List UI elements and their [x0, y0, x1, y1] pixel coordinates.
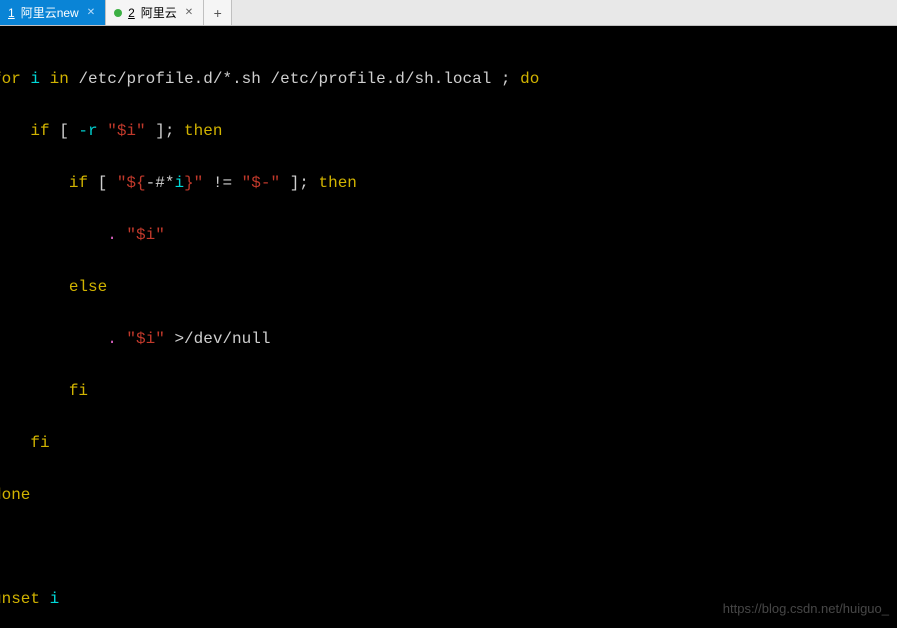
code-line: if [ "${-#*i}" != "$-" ]; then — [0, 170, 897, 196]
close-icon[interactable]: ✕ — [85, 7, 97, 18]
code-line: for i in /etc/profile.d/*.sh /etc/profil… — [0, 66, 897, 92]
new-tab-button[interactable]: + — [204, 0, 232, 25]
code-line: . "$i" >/dev/null — [0, 326, 897, 352]
tabbar-spacer — [232, 0, 897, 25]
close-icon[interactable]: ✕ — [183, 7, 195, 18]
tab-label: 阿里云new — [21, 4, 79, 21]
tab-bar: 1 阿里云new ✕ 2 阿里云 ✕ + — [0, 0, 897, 26]
tab-index: 1 — [8, 6, 15, 20]
code-line: unset i — [0, 586, 897, 612]
code-line: fi — [0, 378, 897, 404]
code-line: fi — [0, 430, 897, 456]
code-line: else — [0, 274, 897, 300]
code-line: done — [0, 482, 897, 508]
terminal-view[interactable]: for i in /etc/profile.d/*.sh /etc/profil… — [0, 26, 897, 628]
tab-2[interactable]: 2 阿里云 ✕ — [106, 0, 204, 25]
tab-label: 阿里云 — [141, 4, 177, 21]
code-line: if [ -r "$i" ]; then — [0, 118, 897, 144]
plus-icon: + — [214, 5, 222, 21]
modified-dot-icon — [114, 9, 122, 17]
tab-1[interactable]: 1 阿里云new ✕ — [0, 0, 106, 25]
tab-index: 2 — [128, 6, 135, 20]
code-line: . "$i" — [0, 222, 897, 248]
code-line — [0, 534, 897, 560]
